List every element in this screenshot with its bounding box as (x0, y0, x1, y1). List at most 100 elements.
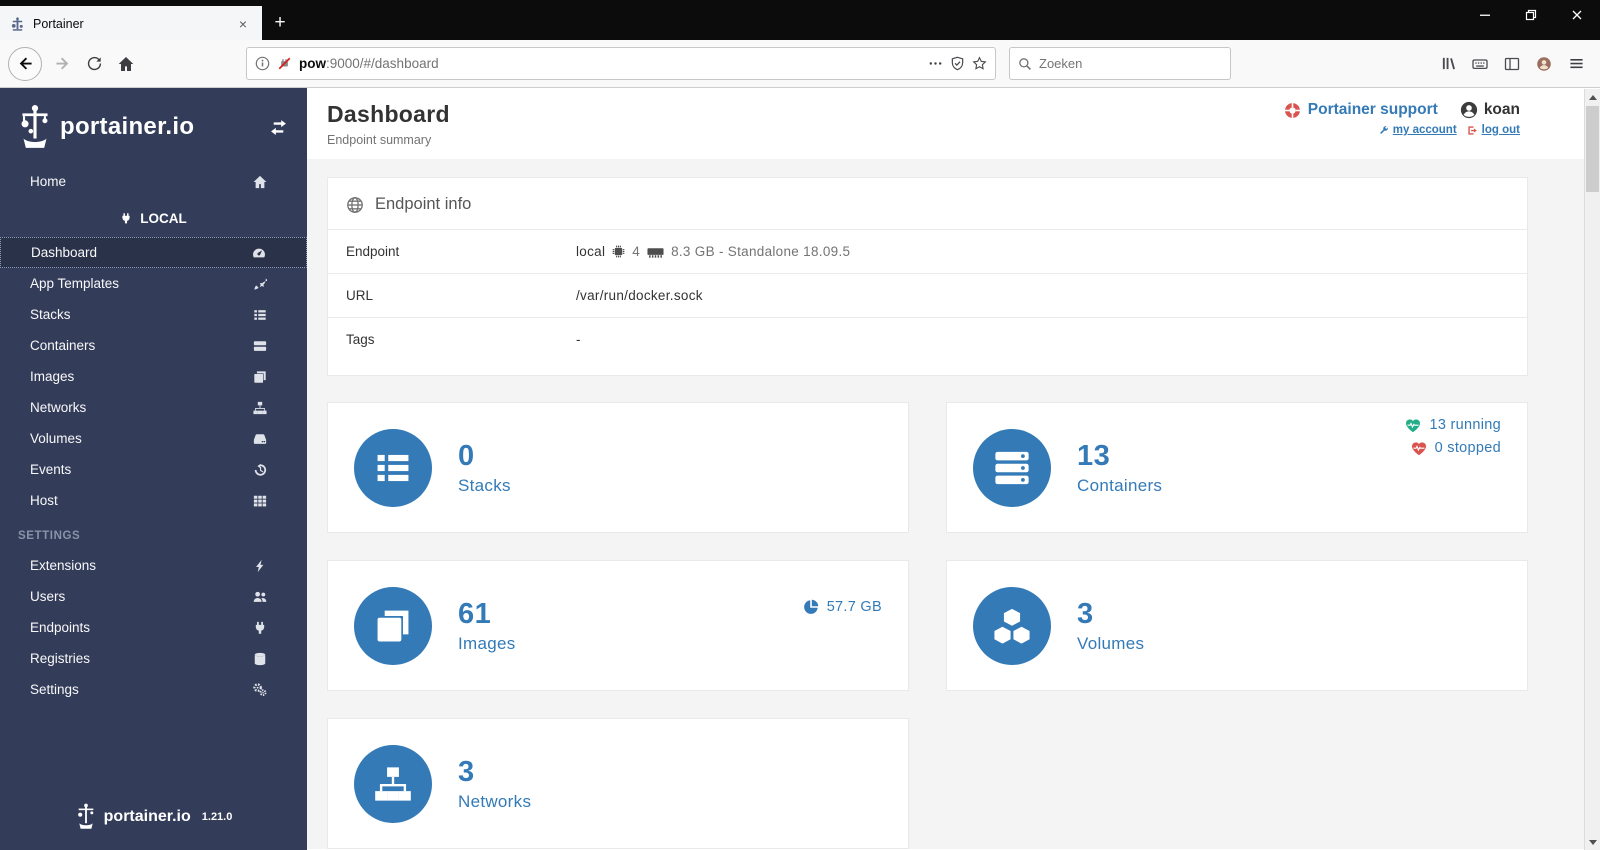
blocked-plugin-icon[interactable] (277, 56, 292, 71)
tags-value: - (576, 332, 581, 347)
menu-hamburger-icon[interactable] (1560, 48, 1592, 80)
images-count: 61 (458, 597, 492, 630)
close-button[interactable] (1554, 0, 1600, 30)
containers-count: 13 (1077, 439, 1111, 472)
browser-toolbar: pow:9000/#/dashboard (0, 40, 1600, 88)
history-icon (253, 463, 267, 477)
users-icon (253, 590, 267, 604)
page-title: Dashboard (327, 101, 450, 127)
scroll-down-arrow[interactable] (1585, 834, 1600, 850)
sidebar-item-images[interactable]: Images (0, 361, 307, 392)
page-actions-icon[interactable] (928, 56, 943, 71)
sidebar-collapse-icon[interactable] (270, 119, 287, 135)
endpoint-row: Endpoint local 4 8.3 GB - Standalone 18.… (328, 230, 1527, 274)
life-ring-icon (1284, 102, 1301, 119)
reload-button[interactable] (78, 48, 110, 80)
url-bar[interactable]: pow:9000/#/dashboard (246, 47, 996, 80)
search-input[interactable] (1039, 56, 1222, 71)
scrollbar-thumb[interactable] (1586, 106, 1599, 192)
browser-tab[interactable]: Portainer × (0, 6, 262, 40)
hdd-icon (253, 432, 267, 446)
page-scrollbar[interactable] (1584, 89, 1600, 850)
grid-icon (253, 494, 267, 508)
sidebar-item-volumes[interactable]: Volumes (0, 423, 307, 454)
sidebar-toggle-icon[interactable] (1496, 48, 1528, 80)
home-button[interactable] (110, 48, 142, 80)
heartbeat-running-icon (1405, 418, 1421, 433)
sidebar-item-users[interactable]: Users (0, 581, 307, 612)
docker-socket-path: /var/run/docker.sock (576, 288, 703, 303)
sidebar-section-local: LOCAL (0, 201, 307, 235)
bolt-icon (253, 559, 267, 573)
sidebar-item-stacks[interactable]: Stacks (0, 299, 307, 330)
site-info-icon[interactable] (255, 56, 270, 71)
tab-close-icon[interactable]: × (234, 16, 252, 32)
browser-tab-bar: Portainer × + (0, 0, 1600, 40)
search-icon (1018, 57, 1032, 71)
containers-widget-icon (973, 428, 1051, 507)
cogs-icon (252, 682, 267, 697)
tab-favicon (10, 16, 25, 32)
networks-widget[interactable]: 3 Networks (327, 718, 909, 849)
sidebar-item-host[interactable]: Host (0, 485, 307, 516)
stacks-widget[interactable]: 0 Stacks (327, 402, 909, 533)
keyboard-icon[interactable] (1464, 48, 1496, 80)
portainer-app: portainer.io Home LOCAL Dashboard App Te… (0, 88, 1600, 850)
account-avatar-icon[interactable] (1528, 48, 1560, 80)
sign-out-icon (1467, 125, 1478, 136)
header-right: Portainer support koan my account log ou… (1284, 101, 1520, 147)
pie-chart-icon (803, 599, 819, 615)
networks-widget-icon (354, 744, 432, 823)
sidebar-item-settings[interactable]: Settings (0, 674, 307, 705)
sidebar-item-events[interactable]: Events (0, 454, 307, 485)
sidebar-item-registries[interactable]: Registries (0, 643, 307, 674)
wrench-icon (1378, 125, 1389, 136)
database-icon (253, 652, 267, 666)
sidebar-item-containers[interactable]: Containers (0, 330, 307, 361)
home-icon (253, 175, 267, 189)
back-button[interactable] (8, 46, 42, 81)
containers-status: 13 running 0 stopped (1405, 417, 1501, 463)
restore-button[interactable] (1508, 0, 1554, 30)
containers-widget[interactable]: 13 Containers 13 running 0 stopped (946, 402, 1528, 533)
sidebar-footer: portainer.io 1.21.0 (0, 803, 307, 850)
endpoint-info-header: Endpoint info (328, 178, 1527, 230)
images-widget[interactable]: 61 Images 57.7 GB (327, 560, 909, 691)
window-controls (1462, 0, 1600, 30)
sidebar-item-home[interactable]: Home (0, 166, 307, 197)
minimize-button[interactable] (1462, 0, 1508, 30)
url-text: pow:9000/#/dashboard (299, 56, 921, 71)
networks-label: Networks (458, 791, 532, 811)
scroll-up-arrow[interactable] (1585, 89, 1600, 105)
url-path: :9000/#/dashboard (326, 56, 439, 71)
volumes-widget[interactable]: 3 Volumes (946, 560, 1528, 691)
logged-in-user: koan (1460, 101, 1520, 119)
library-icon[interactable] (1432, 48, 1464, 80)
bookmark-star-icon[interactable] (972, 56, 987, 71)
dashboard-content: Endpoint info Endpoint local 4 8.3 GB - … (307, 159, 1600, 849)
plug-icon (120, 212, 132, 225)
page-subtitle: Endpoint summary (327, 133, 432, 147)
my-account-link[interactable]: my account (1378, 124, 1457, 136)
sidebar-item-extensions[interactable]: Extensions (0, 550, 307, 581)
shield-icon[interactable] (950, 56, 965, 71)
sidebar-item-app-templates[interactable]: App Templates (0, 268, 307, 299)
images-label: Images (458, 633, 516, 653)
tab-title: Portainer (33, 17, 84, 31)
log-out-link[interactable]: log out (1467, 124, 1520, 136)
forward-button[interactable] (46, 48, 78, 80)
portainer-support-link[interactable]: Portainer support (1284, 101, 1438, 119)
sidebar-item-networks[interactable]: Networks (0, 392, 307, 423)
sidebar: portainer.io Home LOCAL Dashboard App Te… (0, 88, 307, 850)
endpoint-info-panel: Endpoint info Endpoint local 4 8.3 GB - … (327, 177, 1528, 376)
sidebar-item-dashboard[interactable]: Dashboard (0, 237, 307, 268)
search-bar[interactable] (1009, 47, 1231, 80)
portainer-footer-logo-icon (75, 803, 97, 830)
new-tab-button[interactable]: + (262, 6, 298, 40)
sidebar-item-endpoints[interactable]: Endpoints (0, 612, 307, 643)
memory-and-version: 8.3 GB - Standalone 18.09.5 (671, 244, 851, 259)
main-area: Dashboard Endpoint summary Portainer sup… (307, 88, 1600, 850)
heartbeat-stopped-icon (1411, 441, 1427, 456)
stopped-count: 0 stopped (1434, 440, 1501, 456)
footer-logo-text: portainer.io (103, 807, 191, 825)
